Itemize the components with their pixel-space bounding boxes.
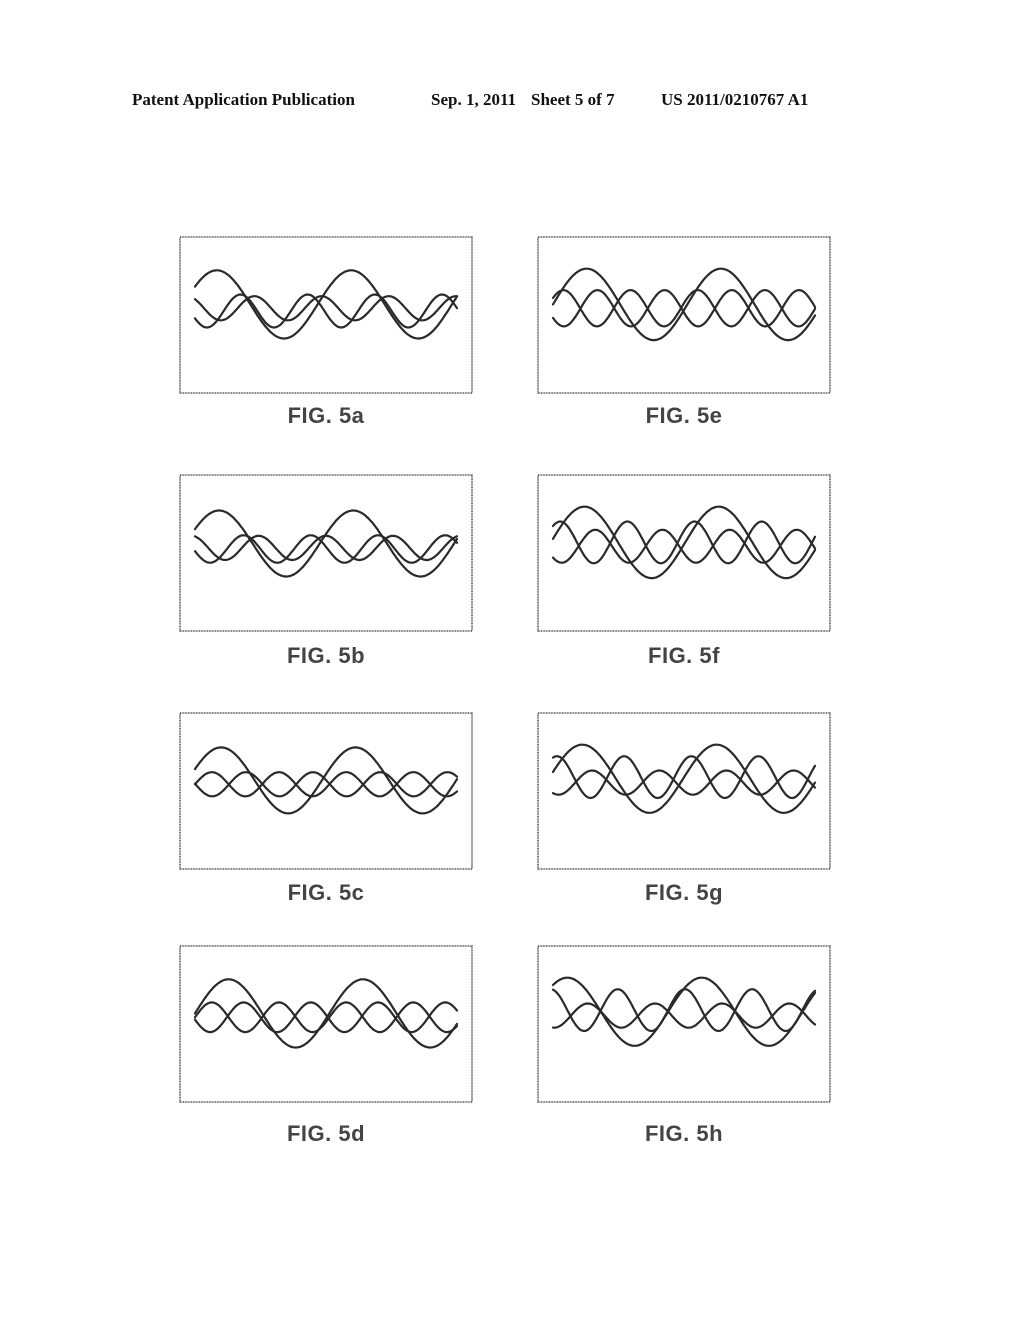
- figure-5f: [537, 474, 831, 632]
- figure-5d: [179, 945, 473, 1103]
- figure-5e: [537, 236, 831, 394]
- publication-label: Patent Application Publication: [132, 90, 355, 109]
- waveform-plot: [179, 236, 473, 394]
- waveform-wave-3: [551, 769, 817, 796]
- waveform-plot: [537, 712, 831, 870]
- waveform-wave-1: [193, 269, 459, 340]
- waveform-wave-1: [551, 505, 817, 580]
- figure-5a: [179, 236, 473, 394]
- caption-5e: FIG. 5e: [645, 403, 723, 428]
- figure-5c: [179, 712, 473, 870]
- waveform-wave-2: [551, 988, 817, 1033]
- waveform-wave-3: [193, 295, 459, 322]
- caption-5c: FIG. 5c: [287, 880, 365, 905]
- waveform-plot: [537, 236, 831, 394]
- page-header: Patent Application Publication Sep. 1, 2…: [132, 90, 892, 114]
- figure-5g: [537, 712, 831, 870]
- waveform-plot: [179, 945, 473, 1103]
- figure-5b: [179, 474, 473, 632]
- caption-5a: FIG. 5a: [287, 403, 365, 428]
- figure-frame: [537, 945, 831, 1103]
- waveform-wave-1: [193, 509, 459, 578]
- caption-5h: FIG. 5h: [644, 1121, 724, 1146]
- caption-5d: FIG. 5d: [286, 1121, 366, 1146]
- waveform-plot: [537, 474, 831, 632]
- waveform-wave-2: [193, 534, 459, 564]
- sheet-number: Sheet 5 of 7: [531, 90, 615, 109]
- publication-date: Sep. 1, 2011: [431, 90, 517, 109]
- patent-number: US 2011/0210767 A1: [661, 90, 809, 109]
- caption-5g: FIG. 5g: [644, 880, 724, 905]
- waveform-plot: [179, 712, 473, 870]
- caption-5f: FIG. 5f: [648, 643, 720, 668]
- caption-5b: FIG. 5b: [286, 643, 366, 668]
- waveform-plot: [179, 474, 473, 632]
- figure-5h: [537, 945, 831, 1103]
- waveform-plot: [537, 945, 831, 1103]
- figure-frame: [179, 945, 473, 1103]
